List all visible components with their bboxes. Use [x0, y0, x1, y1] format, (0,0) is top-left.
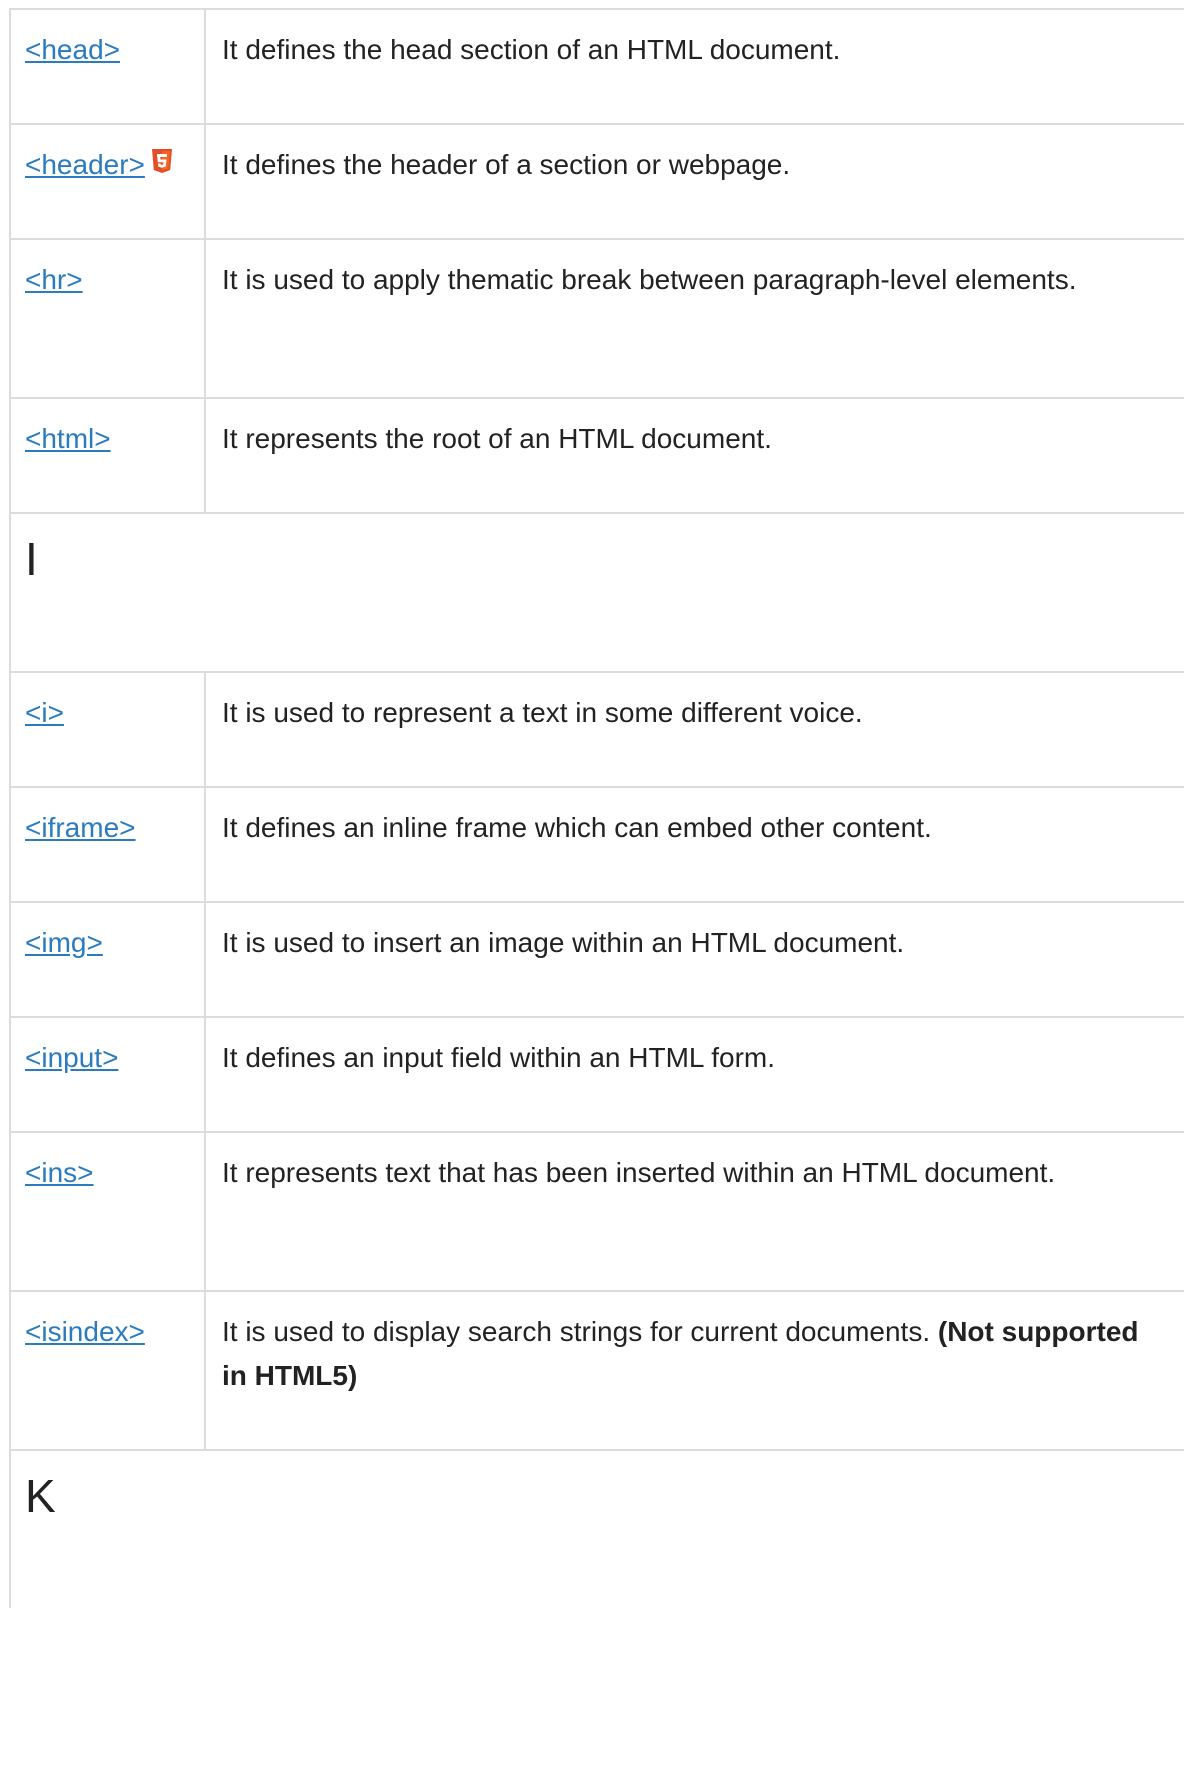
letter-cell: I — [9, 512, 1184, 673]
description-cell: It is used to display search strings for… — [204, 1290, 1184, 1451]
description-text: It defines the header of a section or we… — [222, 149, 791, 180]
table-row: <img> It is used to insert an image with… — [9, 901, 1184, 1018]
tag-cell: <iframe> — [9, 786, 206, 903]
tag-link-i[interactable]: <i> — [25, 697, 64, 728]
tag-cell: <ins> — [9, 1131, 206, 1292]
description-cell: It represents text that has been inserte… — [204, 1131, 1184, 1292]
table-row: <head> It defines the head section of an… — [9, 8, 1184, 125]
html5-icon — [151, 144, 173, 173]
description-cell: It represents the root of an HTML docume… — [204, 397, 1184, 514]
tag-link-isindex[interactable]: <isindex> — [25, 1316, 145, 1347]
table-row: <hr> It is used to apply thematic break … — [9, 238, 1184, 399]
description-text: It is used to display search strings for… — [206, 1292, 1184, 1398]
description-text: It defines an input field within an HTML… — [222, 1042, 775, 1073]
section-letter-heading: K — [25, 1470, 56, 1522]
description-text: It represents text that has been inserte… — [222, 1157, 1056, 1188]
description-cell: It defines the head section of an HTML d… — [204, 8, 1184, 125]
description-cell: It is used to apply thematic break betwe… — [204, 238, 1184, 399]
description-text: It represents the root of an HTML docume… — [222, 423, 772, 454]
tag-link-img[interactable]: <img> — [25, 927, 103, 958]
table-row: <input> It defines an input field within… — [9, 1016, 1184, 1133]
table-row: <isindex> It is used to display search s… — [9, 1290, 1184, 1451]
tag-cell: <head> — [9, 8, 206, 125]
tag-link-iframe[interactable]: <iframe> — [25, 812, 136, 843]
tag-link-head[interactable]: <head> — [25, 34, 120, 65]
description-cell: It is used to insert an image within an … — [204, 901, 1184, 1018]
tag-link-header[interactable]: <header> — [25, 149, 145, 180]
tag-link-ins[interactable]: <ins> — [25, 1157, 94, 1188]
html-tags-table: <head> It defines the head section of an… — [9, 8, 1184, 1608]
tag-cell: <isindex> — [9, 1290, 206, 1451]
description-cell: It defines an inline frame which can emb… — [204, 786, 1184, 903]
description-cell: It defines an input field within an HTML… — [204, 1016, 1184, 1133]
table-row: <ins> It represents text that has been i… — [9, 1131, 1184, 1292]
letter-row: K — [9, 1449, 1184, 1608]
tag-cell: <header> — [9, 123, 206, 240]
letter-row: I — [9, 512, 1184, 673]
description-text: It is used to represent a text in some d… — [222, 697, 863, 728]
table-row: <i> It is used to represent a text in so… — [9, 671, 1184, 788]
letter-cell: K — [9, 1449, 1184, 1608]
tag-link-hr[interactable]: <hr> — [25, 264, 83, 295]
tag-cell: <i> — [9, 671, 206, 788]
tag-cell: <input> — [9, 1016, 206, 1133]
tag-cell: <img> — [9, 901, 206, 1018]
tag-cell: <hr> — [9, 238, 206, 399]
table-row: <iframe> It defines an inline frame whic… — [9, 786, 1184, 903]
description-cell: It defines the header of a section or we… — [204, 123, 1184, 240]
description-text: It is used to apply thematic break betwe… — [222, 264, 1077, 295]
tag-link-input[interactable]: <input> — [25, 1042, 118, 1073]
description-cell: It is used to represent a text in some d… — [204, 671, 1184, 788]
description-text: It defines the head section of an HTML d… — [222, 34, 841, 65]
table-row: <header> It defines the header of a sect… — [9, 123, 1184, 240]
description-text: It defines an inline frame which can emb… — [222, 812, 932, 843]
section-letter-heading: I — [25, 533, 38, 585]
table-row: <html> It represents the root of an HTML… — [9, 397, 1184, 514]
description-main: It is used to display search strings for… — [222, 1316, 931, 1347]
tag-link-html[interactable]: <html> — [25, 423, 111, 454]
tag-cell: <html> — [9, 397, 206, 514]
description-text: It is used to insert an image within an … — [222, 927, 905, 958]
